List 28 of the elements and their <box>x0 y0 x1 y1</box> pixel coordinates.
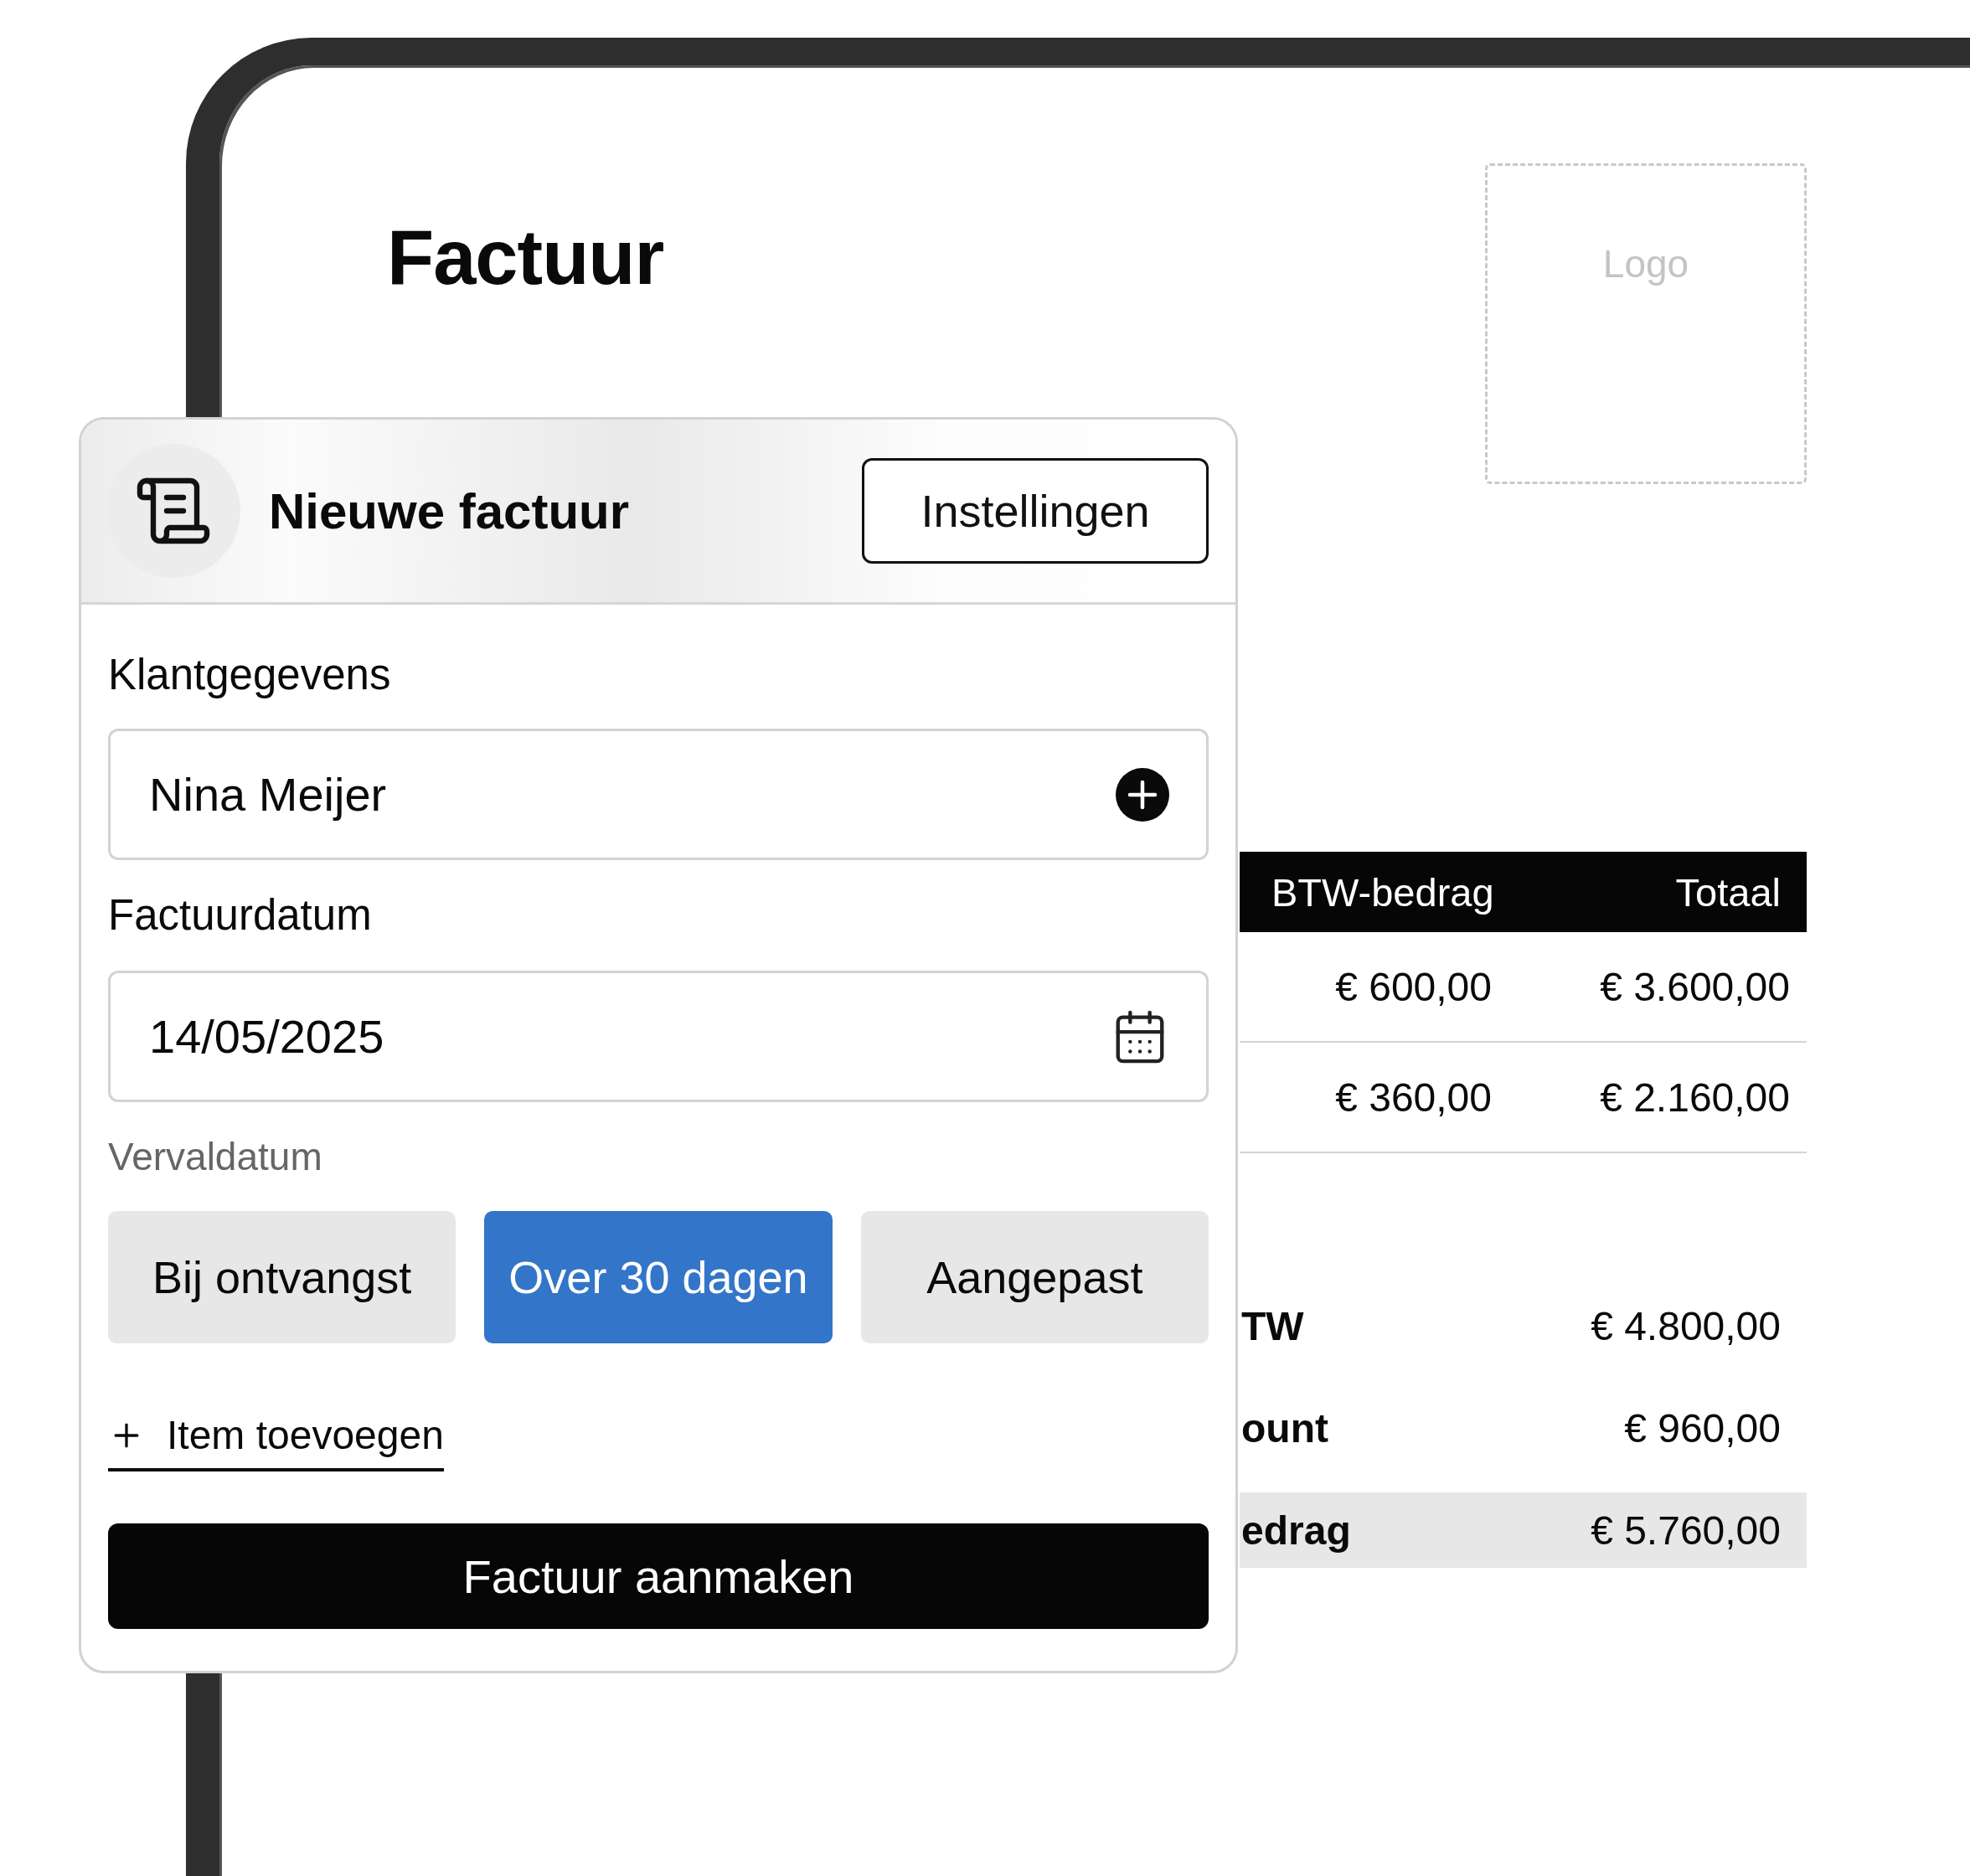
field-value: 14/05/2025 <box>149 1009 384 1064</box>
field-label: Vervaldatum <box>108 1134 323 1179</box>
field-value: Nina Meijer <box>149 767 387 822</box>
field-label: Factuurdatum <box>108 890 373 941</box>
date-field[interactable]: 14/05/2025 <box>108 971 1209 1102</box>
total-label: ount <box>1241 1404 1328 1451</box>
column-header: BTW-bedrag <box>1271 868 1495 915</box>
total-label: TW <box>1241 1302 1304 1349</box>
invoice-title: Factuur <box>387 214 664 301</box>
due-option[interactable]: Over 30 dagen <box>484 1211 833 1343</box>
total-label: edrag <box>1241 1507 1351 1554</box>
panel-title: Nieuwe factuur <box>269 482 631 540</box>
column-header: Totaal <box>1674 868 1782 915</box>
add-icon[interactable] <box>1116 767 1169 822</box>
table-cell-text: € 360,00 <box>1334 1074 1493 1121</box>
due-option[interactable]: Bij ontvangst <box>108 1211 456 1343</box>
create-invoice-button[interactable]: Factuur aanmaken <box>108 1523 1209 1629</box>
table-cell-text: € 600,00 <box>1334 963 1493 1010</box>
table-cell-text: € 3.600,00 <box>1599 963 1791 1010</box>
settings-button[interactable]: Instellingen <box>862 458 1209 564</box>
table-cell-text: € 2.160,00 <box>1599 1074 1791 1121</box>
total-value: € 960,00 <box>1624 1404 1781 1451</box>
add-item-link[interactable]: Item toevoegen <box>108 1412 444 1471</box>
total-value: € 5.760,00 <box>1591 1507 1781 1554</box>
due-option[interactable]: Aangepast <box>860 1211 1209 1343</box>
total-value: € 4.800,00 <box>1591 1302 1781 1349</box>
customer-field[interactable]: Nina Meijer <box>108 729 1209 860</box>
field-label: Klantgegevens <box>108 650 392 700</box>
